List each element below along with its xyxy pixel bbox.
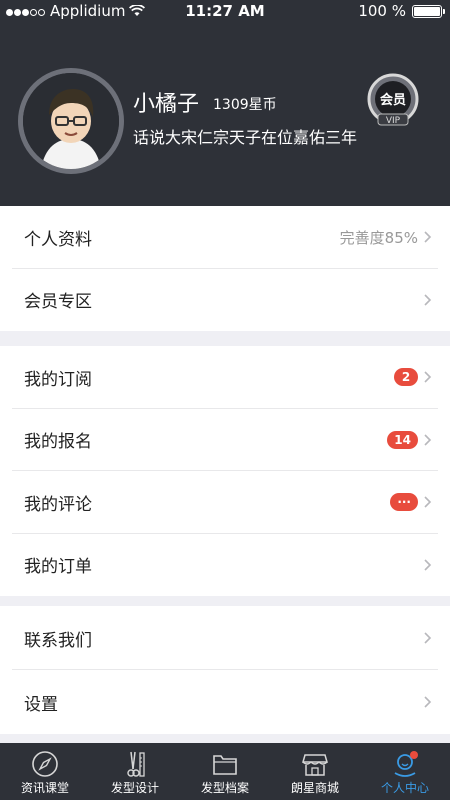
profile-completeness: 完善度85% — [339, 228, 418, 247]
status-bar: Applidium 11:27 AM 100 % — [0, 0, 450, 24]
row-label: 我的评论 — [24, 494, 92, 515]
row-label: 我的报名 — [24, 432, 92, 453]
tab-bar: 资讯课堂 发型设计 发型档案 朗星商城 个人中心 — [0, 743, 450, 800]
profile-header: 小橘子 1309星币 话说大宋仁宗天子在位嘉佑三年 会员 VIP — [0, 24, 450, 206]
chevron-right-icon — [424, 632, 432, 644]
vip-badge-text: 会员 — [380, 92, 406, 108]
chevron-right-icon — [424, 231, 432, 243]
count-badge: 2 — [394, 368, 418, 387]
row-label: 我的订单 — [24, 557, 92, 578]
more-badge: ··· — [390, 493, 418, 512]
status-right: 100 % — [358, 2, 445, 20]
tab-news-class[interactable]: 资讯课堂 — [0, 743, 90, 800]
notification-dot — [410, 751, 418, 759]
row-label: 联系我们 — [24, 630, 92, 651]
battery-icon — [412, 4, 445, 18]
menu-group-activity: 我的订阅 2 我的报名 14 我的评论 ··· 我的订单 — [0, 346, 450, 596]
row-my-subscriptions[interactable]: 我的订阅 2 — [0, 346, 450, 409]
user-motto: 话说大宋仁宗天子在位嘉佑三年 — [133, 128, 358, 147]
tab-personal-center[interactable]: 个人中心 — [360, 743, 450, 800]
row-label: 会员专区 — [24, 292, 92, 313]
vip-badge-sub: VIP — [386, 116, 401, 126]
chevron-right-icon — [424, 371, 432, 383]
row-settings[interactable]: 设置 — [0, 670, 450, 734]
chevron-right-icon — [424, 294, 432, 306]
row-label: 个人资料 — [24, 229, 92, 250]
chevron-right-icon — [424, 559, 432, 571]
chevron-right-icon — [424, 496, 432, 508]
user-name: 小橘子 — [133, 92, 200, 117]
row-my-orders[interactable]: 我的订单 — [0, 534, 450, 597]
tab-label: 个人中心 — [380, 781, 429, 795]
row-member-zone[interactable]: 会员专区 — [0, 269, 450, 332]
tab-hair-design[interactable]: 发型设计 — [90, 743, 180, 800]
row-label: 我的订阅 — [24, 369, 92, 390]
row-personal-info[interactable]: 个人资料 完善度85% — [0, 206, 450, 269]
folder-icon — [213, 755, 237, 775]
tab-label: 发型设计 — [110, 781, 159, 795]
row-my-comments[interactable]: 我的评论 ··· — [0, 471, 450, 534]
row-contact-us[interactable]: 联系我们 — [0, 606, 450, 670]
vip-badge[interactable]: 会员 VIP — [362, 72, 424, 128]
menu-group-profile: 个人资料 完善度85% 会员专区 — [0, 206, 450, 331]
battery-percent: 100 % — [358, 2, 406, 20]
tab-label: 资讯课堂 — [20, 781, 69, 795]
tab-hair-archive[interactable]: 发型档案 — [180, 743, 270, 800]
avatar[interactable] — [18, 68, 124, 174]
menu-group-support: 联系我们 设置 — [0, 606, 450, 734]
store-icon — [302, 754, 328, 776]
tab-store[interactable]: 朗星商城 — [270, 743, 360, 800]
tab-label: 朗星商城 — [290, 781, 339, 795]
chevron-right-icon — [424, 696, 432, 708]
chevron-right-icon — [424, 434, 432, 446]
scissors-comb-icon — [127, 751, 145, 777]
compass-icon — [32, 751, 58, 777]
row-my-registrations[interactable]: 我的报名 14 — [0, 409, 450, 471]
row-label: 设置 — [24, 694, 58, 715]
avatar-illustration — [23, 73, 119, 169]
coin-balance: 1309星币 — [213, 97, 277, 113]
count-badge: 14 — [387, 430, 418, 449]
tab-label: 发型档案 — [200, 781, 249, 795]
